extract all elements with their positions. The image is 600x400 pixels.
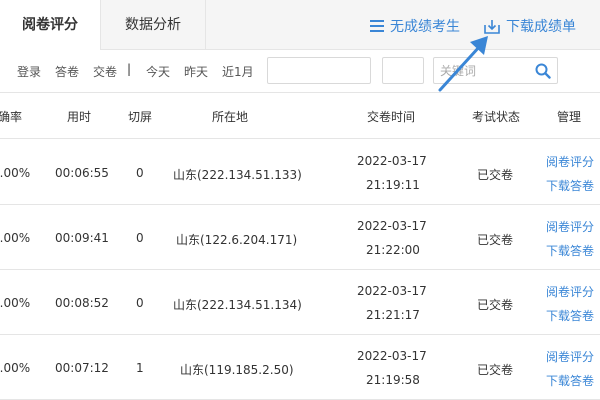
cell-rate: 0.00%: [0, 361, 31, 375]
filter-login[interactable]: 登录: [17, 63, 41, 80]
date-end-input[interactable]: [382, 57, 424, 84]
download-scores-label: 下载成绩单: [506, 19, 576, 35]
col-manage: 管理: [557, 110, 582, 124]
table-row: 0.00% 00:06:55 0 山东(222.134.51.133) 2022…: [0, 140, 600, 205]
cell-status: 已交卷: [477, 168, 514, 182]
table-row: 0.00% 00:07:12 1 山东(119.185.2.50) 2022-0…: [0, 335, 600, 400]
cell-switch: 0: [136, 231, 144, 245]
cell-location: 山东(119.185.2.50): [180, 363, 294, 377]
search-input[interactable]: [434, 58, 529, 83]
filter-separator: |: [127, 62, 132, 76]
cell-submit-clock: 21:19:11: [366, 178, 420, 192]
cell-rate: 0.00%: [0, 296, 31, 310]
cell-time: 00:07:12: [55, 361, 109, 375]
col-status: 考试状态: [472, 110, 521, 124]
cell-submit-date: 2022-03-17: [357, 219, 427, 233]
cell-rate: 0.00%: [0, 166, 31, 180]
download-answer-link[interactable]: 下载答卷: [546, 177, 594, 194]
download-answer-link[interactable]: 下载答卷: [546, 372, 594, 389]
col-submit-time: 交卷时间: [367, 110, 416, 124]
cell-status: 已交卷: [477, 233, 514, 247]
download-scores-link[interactable]: 下载成绩单: [484, 16, 576, 36]
col-time: 用时: [67, 110, 92, 124]
grade-link[interactable]: 阅卷评分: [546, 218, 594, 235]
download-answer-link[interactable]: 下载答卷: [546, 242, 594, 259]
cell-location: 山东(122.6.204.171): [176, 233, 298, 247]
no-score-students-link[interactable]: 无成绩考生: [370, 16, 460, 36]
cell-switch: 1: [136, 361, 144, 375]
cell-submit-date: 2022-03-17: [357, 284, 427, 298]
cell-location: 山东(222.134.51.134): [173, 298, 302, 312]
cell-submit-clock: 21:22:00: [366, 243, 420, 257]
download-answer-link[interactable]: 下载答卷: [546, 307, 594, 324]
download-icon: [484, 19, 500, 34]
no-score-students-label: 无成绩考生: [390, 19, 460, 35]
list-icon: [370, 20, 384, 32]
cell-status: 已交卷: [477, 363, 514, 377]
cell-submit-date: 2022-03-17: [357, 154, 427, 168]
col-location: 所在地: [212, 110, 249, 124]
cell-submit-clock: 21:19:58: [366, 373, 420, 387]
search-icon[interactable]: [535, 63, 551, 79]
top-tab-bar: 阅卷评分 数据分析 无成绩考生 下载成绩单: [0, 0, 600, 51]
table-row: 0.00% 00:09:41 0 山东(122.6.204.171) 2022-…: [0, 205, 600, 270]
search-box: [433, 57, 558, 84]
filter-bar: 登录 答卷 交卷 | 今天 昨天 近1月: [0, 50, 600, 93]
filter-answer[interactable]: 答卷: [55, 63, 79, 80]
filter-today[interactable]: 今天: [146, 63, 170, 80]
cell-switch: 0: [136, 166, 144, 180]
cell-switch: 0: [136, 296, 144, 310]
tab-data-analysis[interactable]: 数据分析: [100, 0, 206, 50]
col-switch: 切屏: [128, 110, 153, 124]
cell-time: 00:09:41: [55, 231, 109, 245]
cell-location: 山东(222.134.51.133): [173, 168, 302, 182]
grade-link[interactable]: 阅卷评分: [546, 283, 594, 300]
cell-time: 00:08:52: [55, 296, 109, 310]
cell-submit-clock: 21:21:17: [366, 308, 420, 322]
filter-yesterday[interactable]: 昨天: [184, 63, 208, 80]
table-header: 确率 用时 切屏 所在地 交卷时间 考试状态 管理: [0, 93, 600, 139]
grade-link[interactable]: 阅卷评分: [546, 348, 594, 365]
grade-link[interactable]: 阅卷评分: [546, 153, 594, 170]
filter-submit[interactable]: 交卷: [93, 63, 117, 80]
filter-last-month[interactable]: 近1月: [222, 63, 254, 80]
table-row: 0.00% 00:08:52 0 山东(222.134.51.134) 2022…: [0, 270, 600, 335]
date-start-input[interactable]: [267, 57, 371, 84]
cell-time: 00:06:55: [55, 166, 109, 180]
cell-status: 已交卷: [477, 298, 514, 312]
cell-rate: 0.00%: [0, 231, 31, 245]
col-rate: 确率: [0, 110, 23, 124]
cell-submit-date: 2022-03-17: [357, 349, 427, 363]
tab-grading[interactable]: 阅卷评分: [0, 0, 100, 51]
